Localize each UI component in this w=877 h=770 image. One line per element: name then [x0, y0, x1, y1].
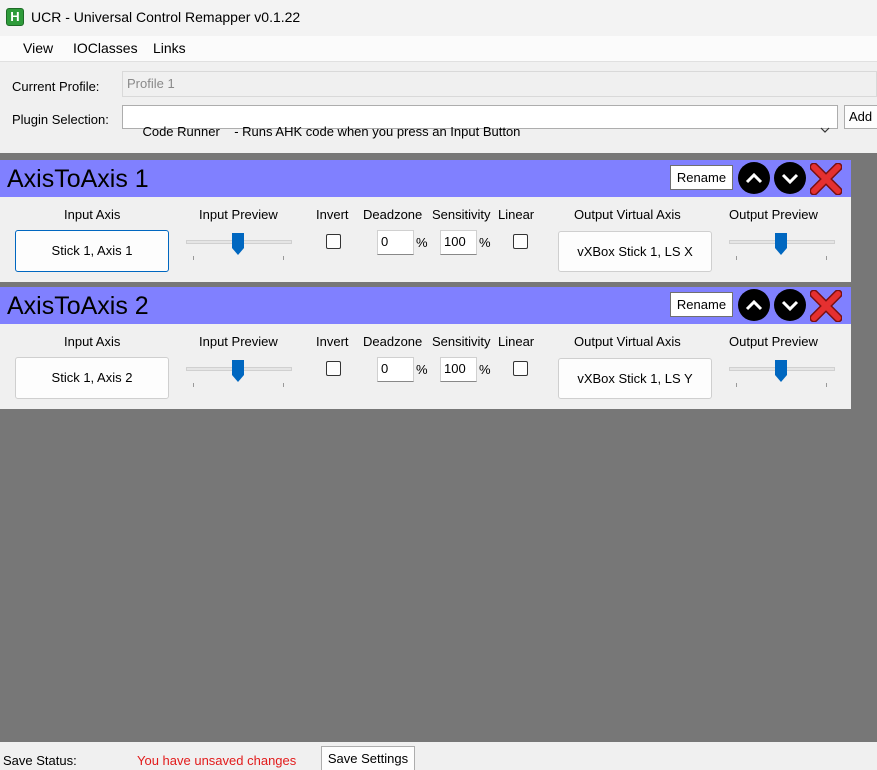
title-bar: H UCR - Universal Control Remapper v0.1.… — [0, 0, 877, 36]
linear-checkbox[interactable] — [513, 361, 528, 376]
input-preview-label: Input Preview — [199, 207, 278, 222]
output-axis-button[interactable]: vXBox Stick 1, LS Y — [558, 358, 712, 399]
plugin-name: AxisToAxis 1 — [7, 165, 149, 193]
current-profile-field[interactable]: Profile 1 — [122, 71, 877, 97]
save-status-message: You have unsaved changes — [137, 753, 297, 768]
close-icon[interactable] — [810, 163, 842, 195]
sensitivity-label: Sensitivity — [432, 334, 491, 349]
move-up-button[interactable] — [738, 289, 770, 321]
sensitivity-input[interactable]: 100 — [440, 357, 477, 382]
plugin-header: AxisToAxis 2 Rename — [0, 287, 851, 324]
invert-label: Invert — [316, 334, 349, 349]
save-settings-button[interactable]: Save Settings — [321, 746, 415, 770]
chevron-down-icon — [781, 300, 799, 312]
slider-thumb — [232, 233, 244, 255]
close-icon[interactable] — [810, 290, 842, 322]
deadzone-label: Deadzone — [363, 334, 423, 349]
deadzone-percent: % — [416, 235, 428, 250]
deadzone-input[interactable]: 0 — [377, 357, 414, 382]
output-preview-label: Output Preview — [729, 207, 818, 222]
input-preview-label: Input Preview — [199, 334, 278, 349]
menu-links[interactable]: Links — [153, 40, 186, 56]
output-preview-label: Output Preview — [729, 334, 818, 349]
chevron-up-icon — [745, 172, 763, 184]
invert-checkbox[interactable] — [326, 234, 341, 249]
output-preview-slider — [729, 231, 835, 261]
current-profile-label: Current Profile: — [12, 79, 100, 94]
input-axis-button[interactable]: Stick 1, Axis 2 — [15, 357, 169, 399]
plugin-selection-dropdown[interactable]: Code Runner - Runs AHK code when you pre… — [122, 105, 838, 139]
move-up-button[interactable] — [738, 162, 770, 194]
chevron-up-icon — [745, 299, 763, 311]
sensitivity-input[interactable]: 100 — [440, 230, 477, 255]
linear-label: Linear — [498, 334, 535, 349]
plugin-selection-value: Code Runner - Runs AHK code when you pre… — [142, 124, 521, 139]
output-virtual-axis-label: Output Virtual Axis — [574, 334, 681, 349]
profile-panel: Current Profile: Profile 1 Plugin Select… — [0, 61, 877, 153]
sensitivity-percent: % — [479, 362, 491, 377]
window-title: UCR - Universal Control Remapper v0.1.22 — [31, 9, 301, 25]
deadzone-label: Deadzone — [363, 207, 423, 222]
chevron-down-icon — [781, 173, 799, 185]
invert-label: Invert — [316, 207, 349, 222]
input-preview-slider — [186, 358, 292, 388]
move-down-button[interactable] — [774, 162, 806, 194]
sensitivity-label: Sensitivity — [432, 207, 491, 222]
output-axis-button[interactable]: vXBox Stick 1, LS X — [558, 231, 712, 272]
rename-button[interactable]: Rename — [670, 165, 733, 190]
linear-checkbox[interactable] — [513, 234, 528, 249]
input-preview-slider — [186, 231, 292, 261]
plugin-selection-label: Plugin Selection: — [12, 112, 109, 127]
input-axis-button[interactable]: Stick 1, Axis 1 — [15, 230, 169, 272]
rename-button[interactable]: Rename — [670, 292, 733, 317]
deadzone-input[interactable]: 0 — [377, 230, 414, 255]
app-icon: H — [6, 8, 24, 26]
linear-label: Linear — [498, 207, 535, 222]
slider-thumb — [775, 233, 787, 255]
plugin-panel: AxisToAxis 2 Rename Input Axis Input Pre… — [0, 287, 851, 409]
input-axis-label: Input Axis — [64, 334, 121, 349]
input-axis-label: Input Axis — [64, 207, 121, 222]
slider-thumb — [775, 360, 787, 382]
output-virtual-axis-label: Output Virtual Axis — [574, 207, 681, 222]
plugin-name: AxisToAxis 2 — [7, 292, 149, 320]
save-status-label: Save Status: — [3, 753, 77, 768]
menu-ioclasses[interactable]: IOClasses — [73, 40, 138, 56]
sensitivity-percent: % — [479, 235, 491, 250]
plugin-header: AxisToAxis 1 Rename — [0, 160, 851, 197]
move-down-button[interactable] — [774, 289, 806, 321]
plugin-panel: AxisToAxis 1 Rename Input Axis Input Pre… — [0, 160, 851, 282]
menu-bar: View IOClasses Links — [0, 36, 877, 61]
add-plugin-button[interactable]: Add — [844, 105, 877, 129]
slider-thumb — [232, 360, 244, 382]
menu-view[interactable]: View — [23, 40, 53, 56]
chevron-down-icon — [799, 108, 831, 155]
status-bar: Save Status: You have unsaved changes Sa… — [0, 742, 877, 770]
deadzone-percent: % — [416, 362, 428, 377]
output-preview-slider — [729, 358, 835, 388]
invert-checkbox[interactable] — [326, 361, 341, 376]
